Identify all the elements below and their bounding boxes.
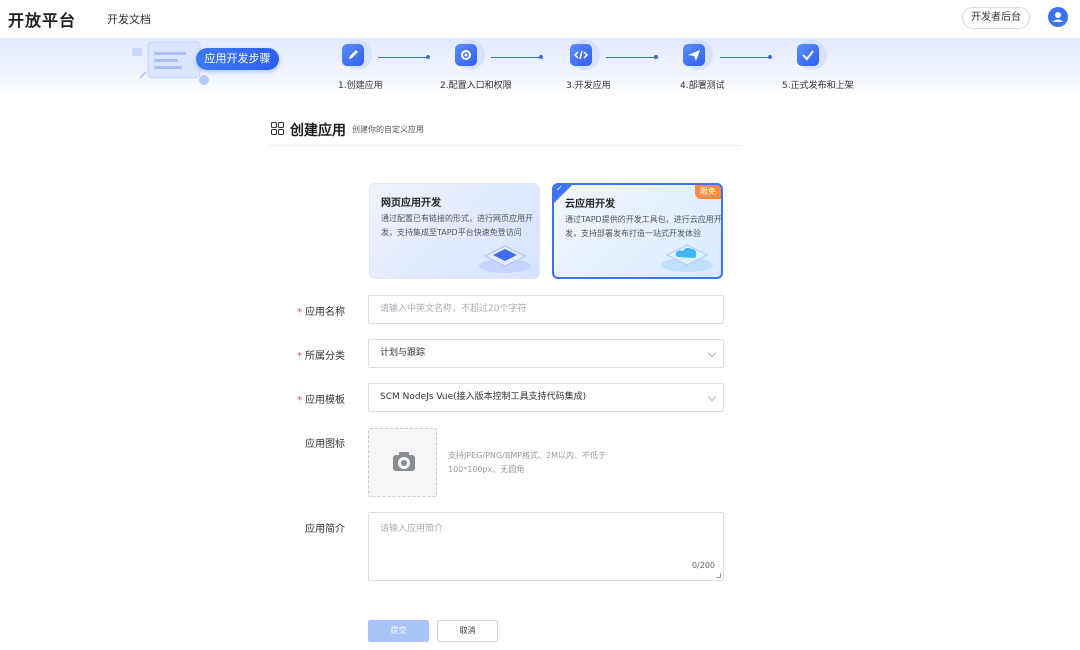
step-connector: [491, 57, 541, 58]
step-2-label: 2.配置入口和权限: [440, 81, 512, 91]
developer-console-button[interactable]: 开发者后台: [962, 7, 1030, 29]
required-mark: *: [297, 395, 302, 406]
chevron-down-icon: [707, 348, 717, 358]
required-mark: *: [297, 351, 302, 362]
check-icon: [802, 50, 814, 61]
cloud-illustration: [661, 244, 713, 272]
category-label: * 所属分类: [297, 351, 345, 362]
section-divider: [270, 145, 740, 146]
resize-handle[interactable]: [716, 573, 721, 578]
step-connector-dot: [426, 55, 430, 59]
icon-upload-area[interactable]: [368, 428, 437, 497]
required-mark: *: [297, 307, 302, 318]
upload-hint: 支持JPEG/PNG/BMP格式、2M以内、不低于100*100px、无圆角: [448, 451, 607, 474]
step-5-icon: [797, 44, 819, 66]
char-counter: 0/200: [691, 561, 715, 570]
chevron-down-icon: [707, 392, 717, 402]
check-icon: ✓: [556, 184, 563, 193]
step-2-icon: [455, 44, 477, 66]
top-header: 开放平台 开发文档 开发者后台: [0, 0, 1080, 36]
cancel-button[interactable]: 取消: [437, 620, 498, 642]
edit-icon: [349, 50, 358, 59]
page-title: 创建应用: [290, 123, 346, 139]
step-1-icon: [342, 44, 364, 66]
intro-textarea[interactable]: 请输入应用简介 0/200: [368, 512, 724, 581]
step-3-icon: [570, 44, 592, 66]
template-label: * 应用模板: [297, 395, 345, 406]
category-value: 计划与跟踪: [380, 348, 426, 358]
app-name-input[interactable]: 请输入中英文名称，不超过20个字符: [368, 295, 724, 324]
free-badge: 限免: [695, 185, 721, 199]
intro-label: 应用简介: [305, 524, 345, 535]
nav-docs-link[interactable]: 开发文档: [107, 11, 151, 27]
template-value: SCM NodeJs Vue(接入版本控制工具支持代码集成): [380, 392, 587, 402]
template-select[interactable]: SCM NodeJs Vue(接入版本控制工具支持代码集成): [368, 383, 724, 412]
step-connector: [606, 57, 656, 58]
web-app-card-title: 网页应用开发: [381, 198, 441, 209]
send-icon: [688, 50, 700, 61]
step-5-label: 5.正式发布和上架: [782, 81, 854, 91]
dev-steps-pill: 应用开发步骤: [196, 48, 279, 70]
step-connector-dot: [768, 55, 772, 59]
user-avatar[interactable]: [1048, 7, 1068, 27]
page-subtitle: 创建你的自定义应用: [352, 125, 424, 134]
step-1-label: 1.创建应用: [338, 81, 383, 91]
app-name-label: * 应用名称: [297, 307, 345, 318]
step-4-icon: [683, 44, 705, 66]
code-icon: [573, 50, 589, 60]
web-app-illustration: [479, 245, 531, 273]
step-4-label: 4.部署测试: [680, 81, 725, 91]
category-select[interactable]: 计划与跟踪: [368, 339, 724, 368]
apps-grid-icon: [271, 122, 284, 135]
intro-placeholder: 请输入应用简介: [380, 524, 444, 534]
step-connector: [720, 57, 770, 58]
step-connector-dot: [654, 55, 658, 59]
app-icon-label: 应用图标: [305, 439, 345, 450]
step-connector: [378, 57, 428, 58]
cloud-app-card[interactable]: ✓ 限免 云应用开发 通过TAPD提供的开发工具包，进行云应用开发，支持部署发布…: [552, 183, 723, 279]
app-name-placeholder: 请输入中英文名称，不超过20个字符: [380, 304, 527, 314]
cloud-app-card-title: 云应用开发: [565, 199, 615, 210]
web-app-card[interactable]: 网页应用开发 通过配置已有链接的形式，进行网页应用开发，支持集成至TAPD平台快…: [369, 183, 540, 279]
settings-icon: [461, 50, 471, 60]
step-connector-dot: [539, 55, 543, 59]
submit-button[interactable]: 提交: [368, 620, 429, 642]
platform-logo[interactable]: 开放平台: [8, 7, 76, 31]
step-3-label: 3.开发应用: [566, 81, 611, 91]
user-icon: [1052, 12, 1064, 22]
